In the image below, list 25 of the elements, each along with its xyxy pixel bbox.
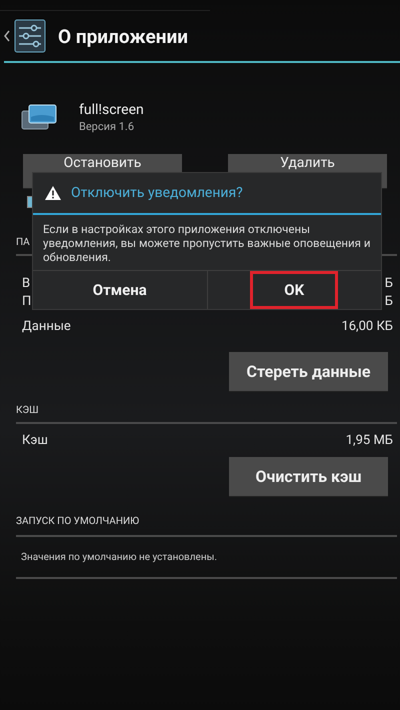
row-value: 1,95 МБ [346, 432, 393, 448]
app-icon [21, 103, 57, 131]
defaults-text: Значения по умолчанию не установлены. [20, 551, 218, 565]
row-label: В [22, 276, 30, 290]
clear-cache-button[interactable]: Очистить кэш [229, 457, 388, 496]
app-version: Версия 1.6 [79, 120, 135, 132]
section-header: КЭШ [16, 405, 39, 416]
row-label: Данные [22, 318, 71, 334]
app-name: full!screen [79, 102, 144, 118]
row-value: Б [384, 294, 393, 308]
back-button[interactable] [4, 30, 10, 42]
row-label: Кэш [22, 432, 48, 448]
dialog-button[interactable]: Отмена [76, 270, 164, 309]
sliders-icon [14, 19, 46, 53]
chevron-icon [4, 30, 10, 42]
warning-icon [45, 186, 61, 200]
section-header: ЗАПУСК ПО УМОЛЧАНИЮ [16, 516, 140, 527]
row-value: Б [384, 276, 393, 290]
row-label: П [22, 294, 32, 308]
dialog-message: Если в настройках этого приложения отключены уведомления, вы можете пропустить важные оповещения и обновления. [42, 220, 372, 266]
clear-data-button[interactable]: Стереть данные [229, 352, 388, 391]
dialog-button[interactable]: OK [250, 270, 338, 309]
screen-title: О приложении [58, 24, 188, 48]
row-value: 16,00 КБ [341, 318, 393, 334]
section-header: ПА [16, 237, 30, 248]
